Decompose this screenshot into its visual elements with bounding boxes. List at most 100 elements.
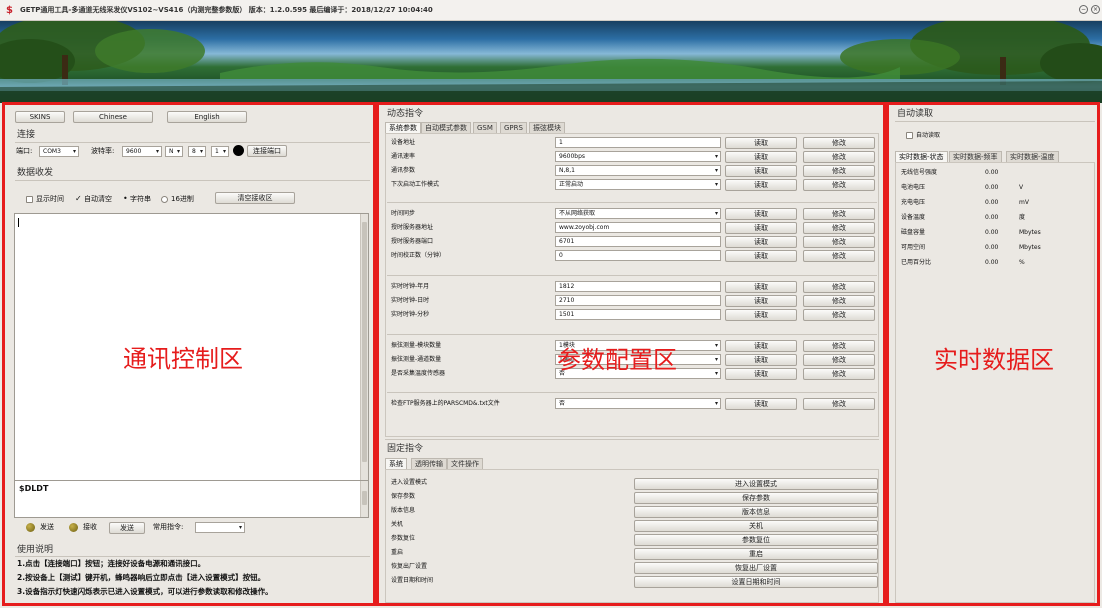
string-label: 字符串 [130, 195, 151, 203]
param-select[interactable]: 否 ▾ [555, 398, 721, 409]
baud-select[interactable]: 9600 ▾ [122, 146, 162, 157]
close-icon[interactable]: × [1091, 5, 1100, 14]
stopbits-select[interactable]: 1 ▾ [211, 146, 229, 157]
clear-recv-button[interactable]: 清空接收区 [215, 192, 295, 204]
check-icon[interactable]: ✓ [75, 194, 82, 203]
tab-gprs[interactable]: GPRS [500, 122, 527, 133]
read-button[interactable]: 读取 [725, 236, 797, 248]
fixed-cmd-label: 进入设置模式 [391, 479, 428, 486]
fixed-cmd-button[interactable]: 设置日期和时间 [634, 576, 878, 588]
english-button[interactable]: English [167, 111, 247, 123]
modify-button[interactable]: 修改 [803, 151, 875, 163]
send-textarea[interactable]: $DLDT [14, 480, 369, 518]
receive-scrollbar[interactable] [360, 214, 368, 480]
tab-file-ops[interactable]: 文件操作 [447, 458, 483, 469]
param-select[interactable]: N,8,1 ▾ [555, 165, 721, 176]
chinese-button[interactable]: Chinese [73, 111, 153, 123]
read-button[interactable]: 读取 [725, 368, 797, 380]
tab-system-params[interactable]: 系统参数 [385, 122, 421, 133]
modify-button[interactable]: 修改 [803, 250, 875, 262]
realtime-unit: V [1019, 184, 1024, 191]
modify-button[interactable]: 修改 [803, 354, 875, 366]
common-cmd-select[interactable]: ▾ [195, 522, 245, 533]
skins-button[interactable]: SKINS [15, 111, 65, 123]
read-button[interactable]: 读取 [725, 179, 797, 191]
param-input[interactable]: 1501 [555, 309, 721, 320]
realtime-data-annotation: 实时数据区 [934, 346, 1054, 374]
comm-control-panel: SKINS Chinese English 连接 端口: COM3 ▾ 波特率: … [2, 102, 376, 606]
fixed-cmd-button[interactable]: 参数复位 [634, 534, 878, 546]
modify-button[interactable]: 修改 [803, 281, 875, 293]
read-button[interactable]: 读取 [725, 151, 797, 163]
realtime-label: 磁盘容量 [901, 229, 926, 236]
header-banner-image [0, 21, 1102, 103]
tab-vibrating-module[interactable]: 振弦模块 [529, 122, 565, 133]
read-button[interactable]: 读取 [725, 309, 797, 321]
tab-transparent[interactable]: 透明传输 [411, 458, 447, 469]
minimize-icon[interactable]: − [1079, 5, 1088, 14]
fixed-cmd-label: 关机 [391, 521, 404, 528]
modify-button[interactable]: 修改 [803, 222, 875, 234]
read-button[interactable]: 读取 [725, 398, 797, 410]
tab-realtime-status[interactable]: 实时数据-状态 [895, 151, 948, 162]
read-button[interactable]: 读取 [725, 137, 797, 149]
send-scrollbar[interactable] [360, 481, 368, 517]
show-time-checkbox[interactable] [26, 196, 33, 203]
hex-radio[interactable] [161, 196, 168, 203]
chevron-down-icon: ▾ [72, 148, 76, 155]
modify-button[interactable]: 修改 [803, 165, 875, 177]
read-button[interactable]: 读取 [725, 281, 797, 293]
fixed-cmd-button[interactable]: 关机 [634, 520, 878, 532]
modify-button[interactable]: 修改 [803, 398, 875, 410]
modify-button[interactable]: 修改 [803, 179, 875, 191]
modify-button[interactable]: 修改 [803, 208, 875, 220]
modify-button[interactable]: 修改 [803, 236, 875, 248]
read-button[interactable]: 读取 [725, 295, 797, 307]
realtime-value: 0.00 [985, 169, 999, 176]
connect-port-button[interactable]: 连接端口 [247, 145, 287, 157]
fixed-cmd-button[interactable]: 恢复出厂设置 [634, 562, 878, 574]
param-input[interactable]: 6701 [555, 236, 721, 247]
tab-realtime-frequency[interactable]: 实时数据-频率 [949, 151, 1002, 162]
tab-realtime-temperature[interactable]: 实时数据-温度 [1006, 151, 1059, 162]
param-label: 实时时钟-年月 [391, 283, 430, 290]
modify-button[interactable]: 修改 [803, 368, 875, 380]
param-input[interactable]: 1812 [555, 281, 721, 292]
realtime-unit: mV [1019, 199, 1029, 206]
realtime-value: 0.00 [985, 259, 999, 266]
port-select[interactable]: COM3 ▾ [39, 146, 79, 157]
string-radio[interactable]: • [123, 194, 128, 203]
fixed-cmd-button[interactable]: 进入设置模式 [634, 478, 878, 490]
auto-read-checkbox[interactable] [906, 132, 913, 139]
tab-auto-mode[interactable]: 自动模式参数 [421, 122, 471, 133]
tab-fixed-system[interactable]: 系统 [385, 458, 407, 469]
fixed-cmd-button[interactable]: 版本信息 [634, 506, 878, 518]
read-button[interactable]: 读取 [725, 165, 797, 177]
read-button[interactable]: 读取 [725, 208, 797, 220]
chevron-down-icon: ▾ [714, 342, 718, 349]
read-button[interactable]: 读取 [725, 354, 797, 366]
tab-gsm[interactable]: GSM [473, 122, 497, 133]
modify-button[interactable]: 修改 [803, 309, 875, 321]
param-input[interactable]: 0 [555, 250, 721, 261]
databits-select[interactable]: 8 ▾ [188, 146, 206, 157]
param-select[interactable]: 正常启动 ▾ [555, 179, 721, 190]
send-button[interactable]: 发送 [109, 522, 145, 534]
param-input[interactable]: 2710 [555, 295, 721, 306]
modify-button[interactable]: 修改 [803, 137, 875, 149]
modify-button[interactable]: 修改 [803, 340, 875, 352]
param-select[interactable]: 不从网络获取 ▾ [555, 208, 721, 219]
param-label: 授时服务器端口 [391, 238, 434, 245]
parity-select[interactable]: N ▾ [165, 146, 183, 157]
read-button[interactable]: 读取 [725, 340, 797, 352]
fixed-cmd-button[interactable]: 保存参数 [634, 492, 878, 504]
fixed-cmd-button[interactable]: 重启 [634, 548, 878, 560]
param-config-annotation: 参数配置区 [557, 346, 677, 374]
param-input[interactable]: 1 [555, 137, 721, 148]
recv-led-icon [69, 523, 78, 532]
read-button[interactable]: 读取 [725, 222, 797, 234]
param-input[interactable]: www.zoyobj.com [555, 222, 721, 233]
param-select[interactable]: 9600bps ▾ [555, 151, 721, 162]
modify-button[interactable]: 修改 [803, 295, 875, 307]
read-button[interactable]: 读取 [725, 250, 797, 262]
